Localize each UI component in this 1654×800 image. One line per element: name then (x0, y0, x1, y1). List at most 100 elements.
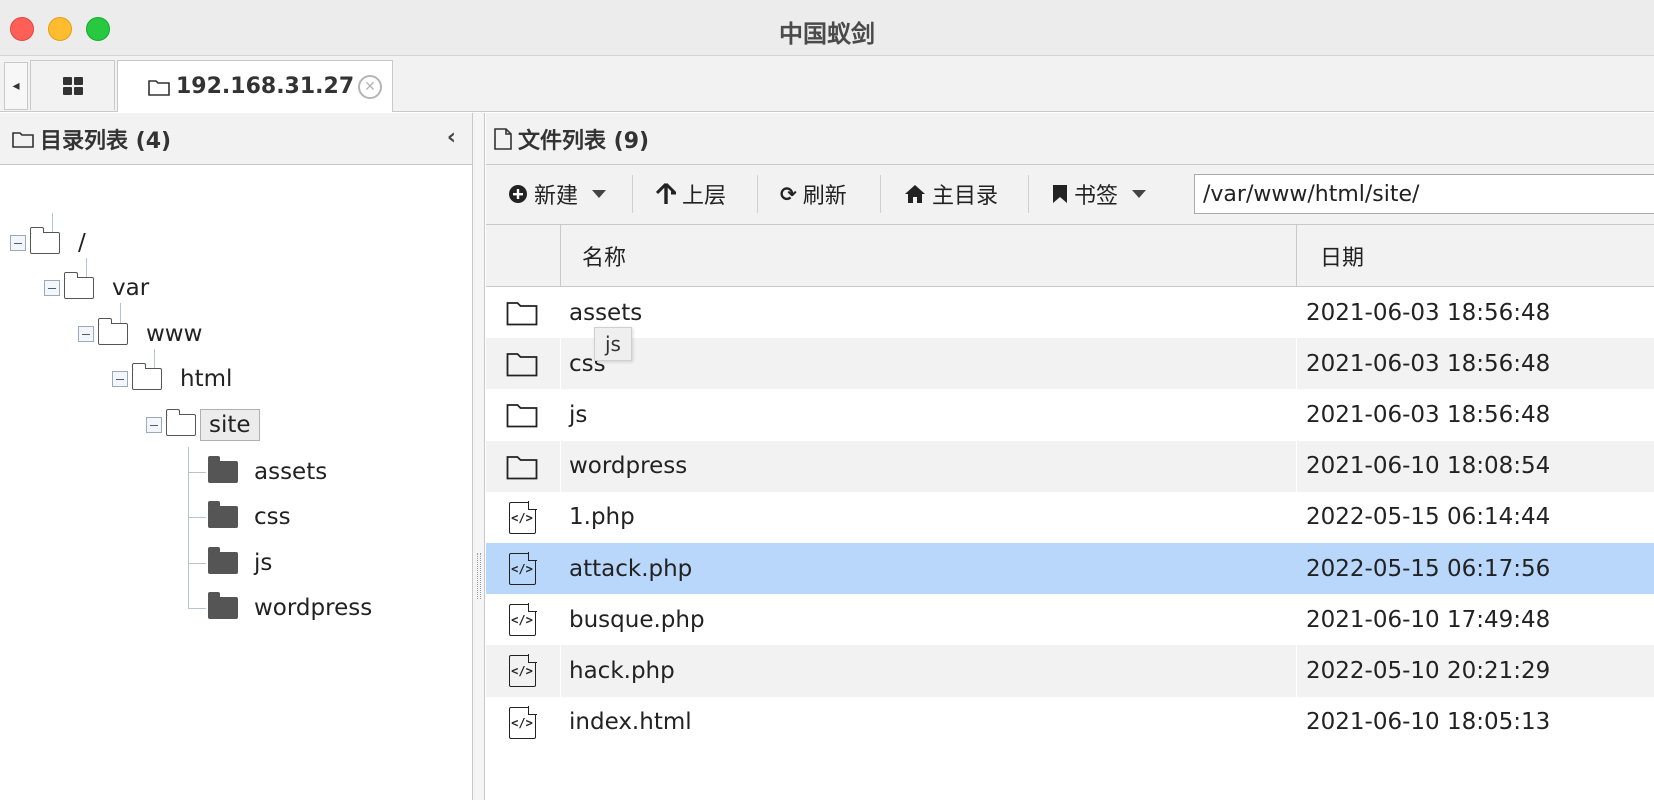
tooltip: js (594, 327, 632, 361)
icon-cell: </> (504, 500, 540, 534)
collapse-toggle-icon[interactable] (146, 417, 162, 433)
up-level-button[interactable]: 上层 (648, 173, 734, 215)
collapse-panel-button[interactable]: ‹ (447, 125, 456, 150)
tree-node-root[interactable]: / (10, 223, 86, 263)
folder-icon (506, 353, 538, 377)
icon-cell: </> (504, 551, 540, 585)
refresh-icon: ⟳ (780, 182, 797, 206)
file-grid-header: 名称 日期 (486, 225, 1654, 287)
tree-node-html[interactable]: html (112, 359, 232, 399)
folder-icon (131, 363, 162, 390)
chevron-down-icon (1132, 190, 1147, 198)
tab-home[interactable] (30, 60, 115, 110)
file-date: 2021-06-10 18:08:54 (1306, 453, 1551, 480)
file-name: attack.php (569, 555, 693, 582)
folder-filled-icon (208, 547, 238, 574)
file-name: hack.php (569, 657, 675, 684)
file-row[interactable]: </> hack.php 2022-05-10 20:21:29 (486, 645, 1654, 697)
refresh-label: 刷新 (802, 184, 847, 209)
toolbar-divider (880, 175, 881, 213)
collapse-toggle-icon[interactable] (10, 235, 26, 251)
home-dir-button[interactable]: 主目录 (896, 173, 1006, 215)
tree-node-www[interactable]: www (78, 314, 202, 354)
icon-cell (504, 399, 540, 431)
directory-tree: / var www html site assets css js wordpr… (0, 165, 472, 799)
icon-cell (504, 348, 540, 380)
tab-scroll-left-button[interactable]: ◂ (4, 62, 28, 110)
tree-node-label: www (146, 321, 203, 347)
directory-panel-header: 目录列表 (4) ‹ (0, 113, 472, 165)
file-row[interactable]: </> index.html 2021-06-10 18:05:13 (486, 697, 1654, 748)
column-divider[interactable] (1296, 225, 1297, 287)
file-list: assets 2021-06-03 18:56:48 css 2021-06-0… (486, 287, 1654, 748)
tab-host-label: 192.168.31.27 (176, 74, 355, 99)
collapse-toggle-icon[interactable] (44, 280, 60, 296)
bookmark-button[interactable]: 书签 (1044, 173, 1154, 215)
tree-node-label: wordpress (254, 595, 373, 621)
file-row-selected[interactable]: </> attack.php 2022-05-15 06:17:56 (486, 542, 1654, 595)
window-title: 中国蚁剑 (779, 20, 875, 48)
panel-splitter[interactable] (473, 113, 485, 800)
tree-node-css[interactable]: css (208, 497, 291, 537)
title-bar: 中国蚁剑 (0, 0, 1654, 56)
folder-filled-icon (208, 456, 238, 483)
tree-node-label: / (78, 230, 86, 256)
bookmark-label: 书签 (1074, 184, 1119, 209)
file-date: 2021-06-03 18:56:48 (1306, 299, 1551, 326)
file-date: 2022-05-15 06:17:56 (1306, 555, 1551, 582)
tab-host[interactable]: 192.168.31.27 ✕ (117, 60, 393, 112)
tree-node-var[interactable]: var (44, 268, 149, 308)
file-name: js (569, 401, 588, 428)
tree-node-wordpress[interactable]: wordpress (208, 588, 372, 628)
caret-left-icon: ◂ (12, 78, 20, 94)
directory-panel-title: 目录列表 (4) (40, 128, 172, 154)
file-row[interactable]: js 2021-06-03 18:56:48 (486, 389, 1654, 440)
tree-connector (188, 563, 206, 564)
up-level-label: 上层 (682, 184, 727, 209)
toolbar-divider (1028, 175, 1029, 213)
tree-node-site[interactable]: site (146, 405, 260, 445)
file-date: 2021-06-10 18:05:13 (1306, 709, 1551, 736)
tree-node-js[interactable]: js (208, 543, 272, 583)
code-file-icon: </> (508, 654, 537, 688)
file-row[interactable]: </> 1.php 2022-05-15 06:14:44 (486, 492, 1654, 543)
bookmark-icon (1053, 185, 1067, 203)
new-button[interactable]: 新建 (500, 173, 614, 215)
close-tab-icon[interactable]: ✕ (358, 75, 382, 99)
tree-node-label: html (180, 366, 233, 392)
cell-divider (1296, 440, 1297, 492)
folder-icon (12, 131, 34, 148)
folder-icon (506, 302, 538, 326)
folder-filled-icon (208, 592, 238, 619)
folder-icon (506, 404, 538, 428)
collapse-toggle-icon[interactable] (112, 371, 128, 387)
file-row[interactable]: assets 2021-06-03 18:56:48 (486, 287, 1654, 338)
file-row[interactable]: </> busque.php 2021-06-10 17:49:48 (486, 594, 1654, 645)
chevron-down-icon (592, 190, 607, 198)
icon-cell (504, 297, 540, 329)
file-row[interactable]: css 2021-06-03 18:56:48 (486, 338, 1654, 390)
path-input[interactable] (1194, 174, 1654, 214)
column-header-date[interactable]: 日期 (1320, 225, 1364, 287)
icon-cell: </> (504, 603, 540, 637)
cell-divider (1296, 338, 1297, 390)
column-divider (560, 225, 561, 287)
directory-panel: 目录列表 (4) ‹ / var www html site assets cs… (0, 113, 473, 800)
home-icon (905, 185, 925, 203)
splitter-grip-icon[interactable] (477, 553, 481, 599)
file-panel-header: 文件列表 (9) (486, 113, 1654, 165)
column-header-name[interactable]: 名称 (582, 225, 626, 287)
file-name: wordpress (569, 453, 688, 480)
folder-icon (148, 79, 170, 96)
tree-node-label-selected: site (200, 409, 260, 441)
tree-node-label: css (254, 504, 291, 530)
refresh-button[interactable]: ⟳ 刷新 (772, 173, 855, 215)
tree-node-assets[interactable]: assets (208, 452, 327, 492)
folder-icon (97, 318, 128, 345)
collapse-toggle-icon[interactable] (78, 326, 94, 342)
folder-icon (63, 272, 94, 299)
file-name: index.html (569, 709, 692, 736)
file-row[interactable]: wordpress 2021-06-10 18:08:54 (486, 440, 1654, 492)
file-date: 2022-05-10 20:21:29 (1306, 657, 1551, 684)
tab-bar: ◂ 192.168.31.27 ✕ (0, 56, 1654, 112)
